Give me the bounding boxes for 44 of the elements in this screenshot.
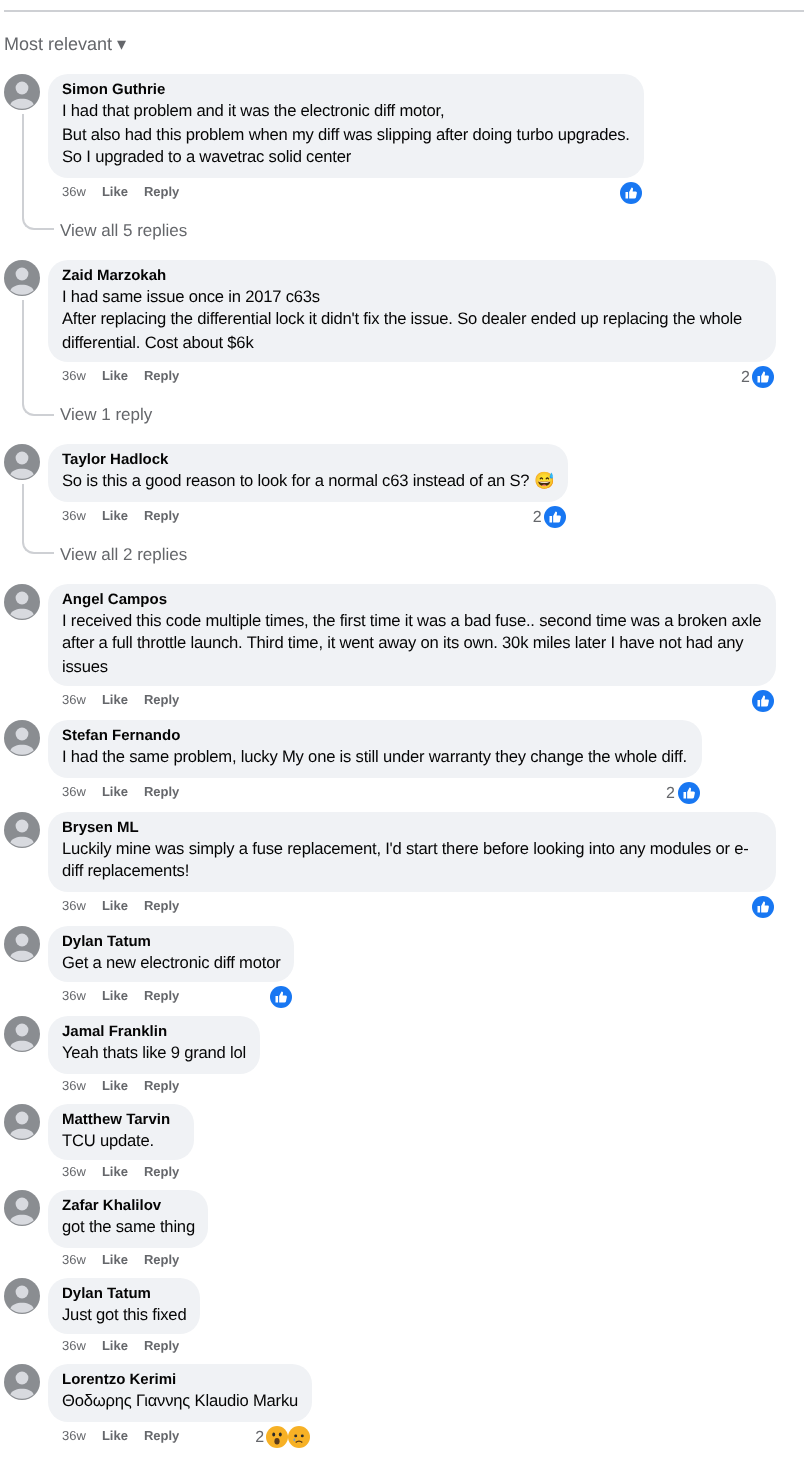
reaction-count[interactable]: 2: [255, 1427, 265, 1445]
comment-text: I had same issue once in 2017 c63s After replacing the differential lock it didn't fix the issue. So dealer ended up replacing the whole differential. Cost about $6k: [62, 285, 745, 354]
comment-text: got the same thing: [62, 1216, 195, 1239]
comment-text: I had the same problem, lucky My one is still under warranty they change the whole diff.: [62, 746, 687, 769]
comment-text: Get a new electronic diff motor: [62, 951, 281, 974]
avatar[interactable]: [4, 259, 40, 295]
reaction-count[interactable]: 2: [666, 783, 675, 801]
avatar[interactable]: [4, 1277, 40, 1313]
like-reaction-icon[interactable]: [677, 781, 699, 803]
avatar[interactable]: [4, 1364, 40, 1400]
view-replies-link[interactable]: View 1 reply: [60, 404, 153, 426]
comment-text: I received this code multiple times, the first time it was a bad fuse.. second time was a broken axle after a full throttle launch. Third time, it went away on its own. 30k miles later I have not had any issues: [62, 609, 762, 678]
avatar[interactable]: [4, 1190, 40, 1226]
reaction-count[interactable]: 2: [741, 368, 750, 386]
comment-text: So is this a good reason to look for a normal c63 instead of an S? 😅: [62, 470, 554, 493]
like-reaction-icon[interactable]: [752, 895, 774, 917]
wow-reaction-icon[interactable]: [266, 1425, 289, 1447]
like-reaction-icon[interactable]: [543, 505, 566, 527]
avatar[interactable]: [4, 1103, 40, 1139]
comment-text: Just got this fixed: [62, 1303, 187, 1326]
thread-line: [22, 299, 54, 415]
thread-line: [22, 114, 54, 230]
reaction-count[interactable]: 2: [532, 507, 542, 525]
avatar[interactable]: [4, 583, 40, 619]
comment-text: I had that problem and it was the electronic diff motor, But also had this problem when my diff was slipping after doing turbo upgrades. So I upgraded to a wavetrac solid center: [62, 100, 630, 169]
like-reaction-icon[interactable]: [619, 181, 642, 203]
comment-text: TCU update.: [62, 1129, 156, 1152]
comment-text: Θοδωρης Γιαννης Klaudio Marku: [62, 1390, 299, 1413]
avatar[interactable]: [4, 1016, 40, 1052]
comment-text: Yeah thats like 9 grand lol: [62, 1042, 247, 1065]
avatar[interactable]: [4, 74, 40, 110]
avatar[interactable]: [4, 925, 40, 961]
view-replies-link[interactable]: View all 5 replies: [60, 219, 188, 241]
thread-line: [22, 484, 54, 554]
comment-text: Luckily mine was simply a fuse replacement, I'd start there before looking into any modules or e-diff replacements!: [62, 837, 751, 883]
like-reaction-icon[interactable]: [752, 690, 774, 712]
sort-dropdown[interactable]: Most relevant ▾: [4, 34, 128, 56]
view-replies-link[interactable]: View all 2 replies: [60, 543, 188, 565]
like-reaction-icon[interactable]: [270, 986, 293, 1008]
like-reaction-icon[interactable]: [752, 366, 774, 388]
avatar[interactable]: [4, 720, 40, 756]
sad-reaction-icon[interactable]: [288, 1425, 311, 1447]
avatar[interactable]: [4, 444, 40, 480]
avatar[interactable]: [4, 811, 40, 847]
